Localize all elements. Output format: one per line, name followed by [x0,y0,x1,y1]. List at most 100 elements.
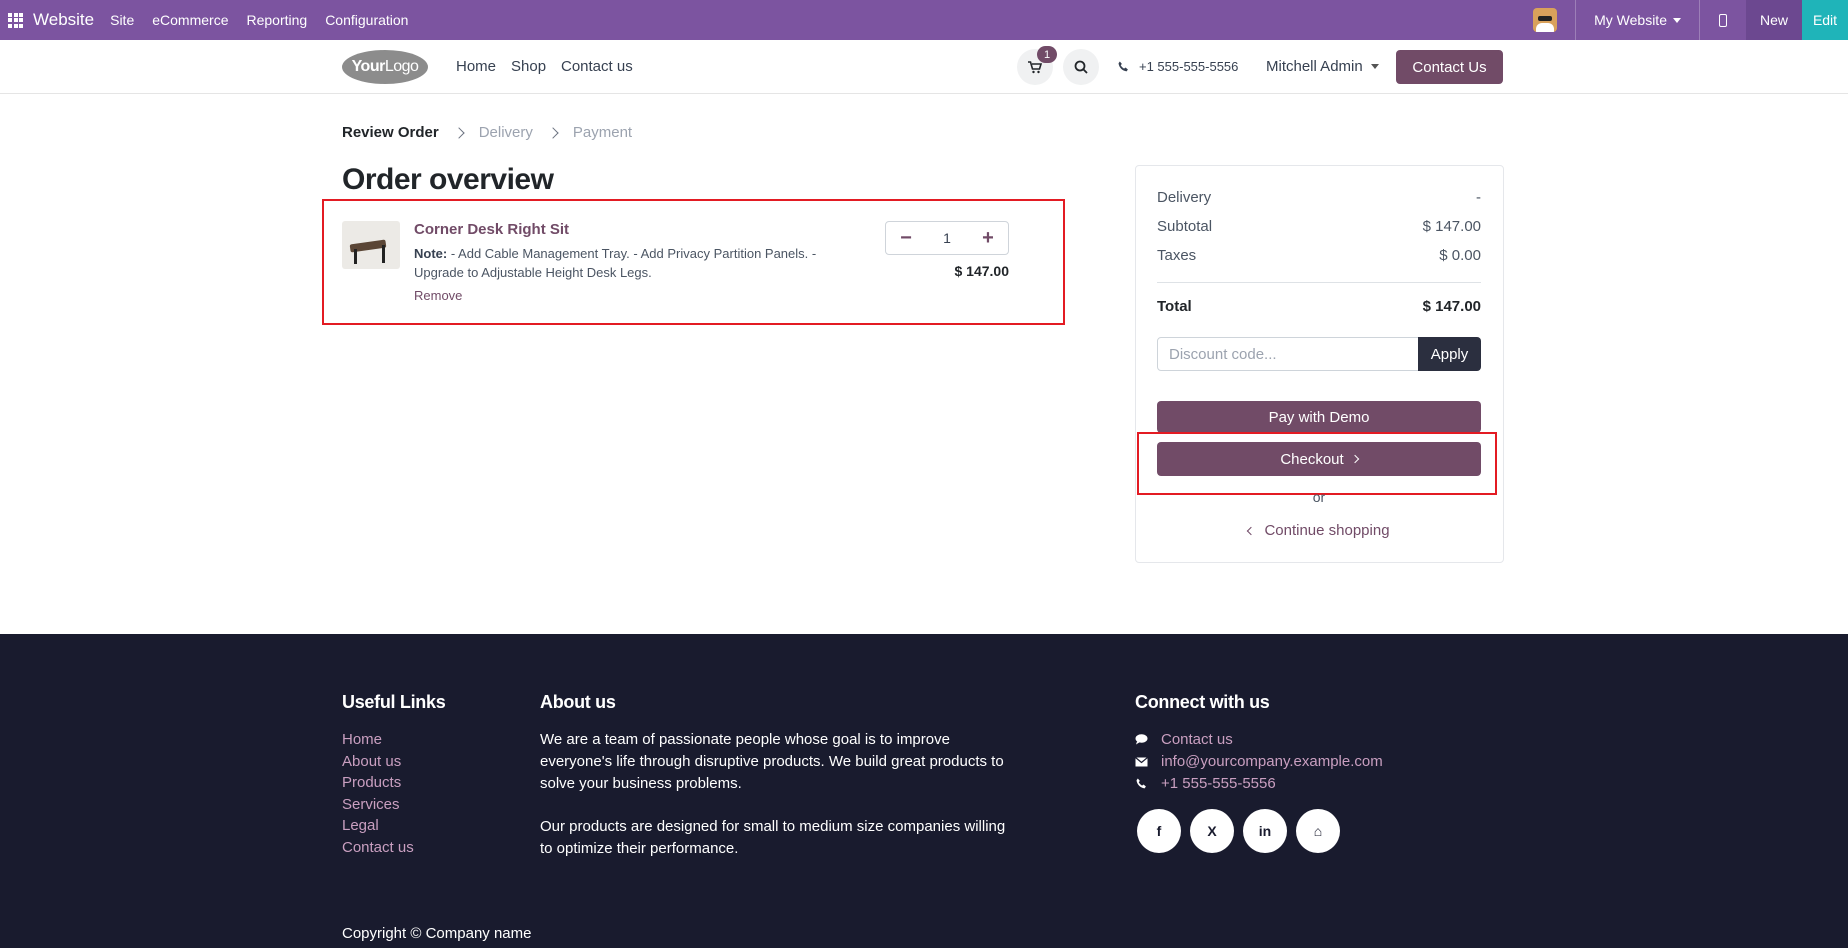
footer-link-home[interactable]: Home [342,729,414,751]
nav-home[interactable]: Home [456,58,496,75]
admin-menu-ecommerce[interactable]: eCommerce [152,12,228,28]
header-phone[interactable]: +1 555-555-5556 [1118,59,1238,74]
pay-with-demo-button[interactable]: Pay with Demo [1157,401,1481,433]
step-review-order: Review Order [342,124,439,141]
logo-light: Logo [384,58,419,75]
checkout-steps: Review Order Delivery Payment [342,124,632,141]
user-menu[interactable]: Mitchell Admin [1266,58,1379,75]
checkout-label: Checkout [1280,450,1344,468]
plus-icon[interactable]: + [968,222,1008,254]
checkout-button[interactable]: Checkout [1157,442,1481,476]
total-label: Total [1157,298,1192,315]
chevron-right-icon [453,126,465,139]
apply-discount-button[interactable]: Apply [1418,337,1481,371]
cart-count-badge: 1 [1037,46,1057,63]
subtotal-label: Subtotal [1157,218,1213,235]
minus-icon[interactable]: − [886,222,926,254]
chevron-right-icon [547,126,559,139]
new-button[interactable]: New [1745,0,1802,40]
summary-taxes-row: Taxes $ 0.00 [1157,247,1481,264]
admin-bar: Website Site eCommerce Reporting Configu… [0,0,1848,40]
app-brand[interactable]: Website [33,10,94,30]
summary-divider [1157,282,1481,283]
continue-shopping-label: Continue shopping [1264,522,1390,539]
summary-total-row: Total $ 147.00 [1157,298,1481,315]
footer-connect-phone[interactable]: +1 555-555-5556 [1135,773,1383,795]
apps-grid-icon[interactable] [8,12,23,28]
caret-down-icon [1672,17,1681,23]
desk-leg [382,245,385,263]
footer-useful-links: Home About us Products Services Legal Co… [342,729,414,859]
footer-connect-list: Contact us info@yourcompany.example.com … [1135,729,1383,794]
footer-about-paragraph: Our products are designed for small to m… [540,818,1006,857]
desk-leg [354,249,357,264]
site-footer: Useful Links Home About us Products Serv… [0,634,1848,948]
page-title: Order overview [342,163,554,196]
delivery-label: Delivery [1157,189,1212,206]
chevron-left-icon [1247,526,1256,535]
home-icon[interactable]: ⌂ [1296,809,1340,853]
nav-contact-us[interactable]: Contact us [561,58,633,75]
admin-menu-site[interactable]: Site [110,12,134,28]
taxes-value: $ 0.00 [1439,247,1481,264]
note-text: - Add Cable Management Tray. - Add Priva… [414,246,817,280]
nav-shop[interactable]: Shop [511,58,546,75]
line-price: $ 147.00 [954,263,1010,279]
subtotal-value: $ 147.00 [1422,218,1481,235]
header-phone-number: +1 555-555-5556 [1139,59,1239,74]
edit-button[interactable]: Edit [1802,0,1848,40]
taxes-label: Taxes [1157,247,1197,264]
cart-icon [1028,60,1042,73]
phone-icon [1118,61,1128,72]
search-button[interactable] [1063,49,1099,85]
site-logo[interactable]: Your Logo [342,50,428,84]
step-payment: Payment [572,124,633,141]
footer-link-contact-us[interactable]: Contact us [342,837,414,859]
search-icon [1074,60,1088,74]
total-value: $ 147.00 [1422,298,1481,315]
summary-delivery-row: Delivery - [1157,189,1481,206]
website-selector[interactable]: My Website [1576,12,1699,28]
continue-shopping-link[interactable]: Continue shopping [1157,522,1481,539]
product-name-link[interactable]: Corner Desk Right Sit [414,221,569,238]
mobile-preview-button[interactable] [1700,0,1746,40]
contact-us-button[interactable]: Contact Us [1396,50,1503,84]
mobile-icon [1718,13,1727,27]
note-label: Note: [414,246,448,261]
footer-connect-phone-label: +1 555-555-5556 [1161,774,1276,792]
user-avatar[interactable] [1533,8,1558,32]
logo-bold: Your [351,58,386,75]
chevron-right-icon [1350,454,1359,464]
discount-code-input[interactable] [1157,337,1419,371]
envelope-icon [1135,756,1148,767]
product-note: Note: - Add Cable Management Tray. - Add… [414,244,844,282]
copyright-text: Copyright © Company name [342,925,532,942]
summary-subtotal-row: Subtotal $ 147.00 [1157,218,1481,235]
facebook-icon[interactable]: f [1137,809,1181,853]
delivery-value: - [1476,189,1481,206]
website-selector-label: My Website [1594,12,1667,28]
step-delivery: Delivery [478,124,533,141]
linkedin-icon[interactable]: in [1243,809,1287,853]
phone-icon [1135,778,1148,789]
footer-connect-email-label: info@yourcompany.example.com [1161,752,1383,770]
admin-menu-configuration[interactable]: Configuration [325,12,408,28]
footer-link-services[interactable]: Services [342,794,414,816]
caret-down-icon [1370,64,1379,69]
footer-connect-contact-label: Contact us [1161,731,1233,748]
footer-connect-email[interactable]: info@yourcompany.example.com [1135,751,1383,773]
quantity-value[interactable]: 1 [943,230,951,246]
x-twitter-icon[interactable]: X [1190,809,1234,853]
remove-link[interactable]: Remove [414,288,462,303]
or-separator: or [1312,489,1326,505]
chat-bubble-icon [1135,734,1148,745]
footer-link-legal[interactable]: Legal [342,815,414,837]
footer-link-products[interactable]: Products [342,772,414,794]
footer-about-text: We are a team of passionate people whose… [540,729,1010,860]
footer-connect-title: Connect with us [1135,692,1270,712]
footer-connect-contact[interactable]: Contact us [1135,729,1383,751]
product-image[interactable] [342,221,400,269]
footer-link-about-us[interactable]: About us [342,751,414,773]
footer-about-title: About us [540,692,616,712]
admin-menu-reporting[interactable]: Reporting [246,12,307,28]
